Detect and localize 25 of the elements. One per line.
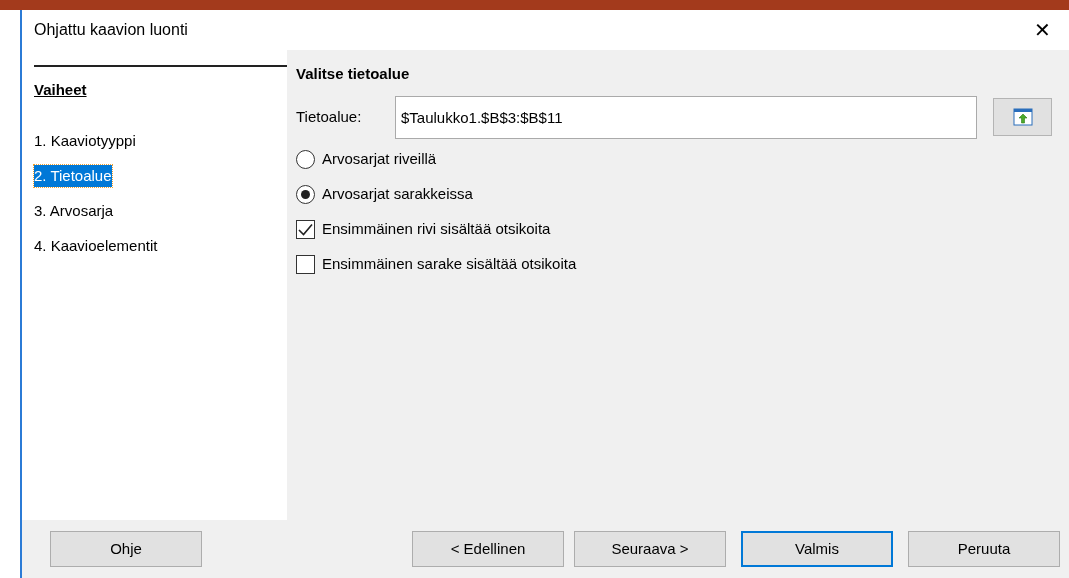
dialog-button[interactable]: Ohje	[50, 531, 202, 567]
option-label[interactable]: Arvosarjat riveillä	[322, 148, 437, 171]
step-item[interactable]: 4. Kaavioelementit	[34, 234, 158, 257]
step-item[interactable]: 2. Tietoalue	[34, 164, 112, 187]
dialog-button[interactable]: Valmis	[741, 531, 893, 567]
option-label[interactable]: Ensimmäinen sarake sisältää otsikoita	[322, 253, 577, 276]
shrink-button[interactable]	[993, 98, 1052, 136]
checkbox[interactable]	[296, 220, 315, 239]
dialog-button[interactable]: Peruuta	[908, 531, 1060, 567]
select-range-icon	[1012, 108, 1033, 126]
range-label: Tietoalue:	[296, 106, 363, 127]
step-item[interactable]: 1. Kaaviotyyppi	[34, 129, 136, 152]
close-button[interactable]: ✕	[1030, 15, 1055, 45]
range-input-field[interactable]: $Taulukko1.$B$3:$B$11	[395, 95, 977, 139]
dialog-button[interactable]: Seuraava >	[574, 531, 726, 567]
option-label[interactable]: Ensimmäinen rivi sisältää otsikoita	[322, 218, 551, 241]
checkbox[interactable]	[296, 255, 315, 274]
section-heading: Valitse tietoalue	[296, 64, 411, 84]
radio-button[interactable]	[296, 185, 315, 204]
radio-button[interactable]	[296, 150, 315, 169]
dialog-button[interactable]: < Edellinen	[412, 531, 564, 567]
steps-heading: Vaiheet	[34, 80, 87, 100]
window-title: Ohjattu kaavion luonti	[34, 20, 188, 40]
step-item[interactable]: 3. Arvosarja	[34, 199, 114, 222]
option-label[interactable]: Arvosarjat sarakkeissa	[322, 183, 473, 206]
